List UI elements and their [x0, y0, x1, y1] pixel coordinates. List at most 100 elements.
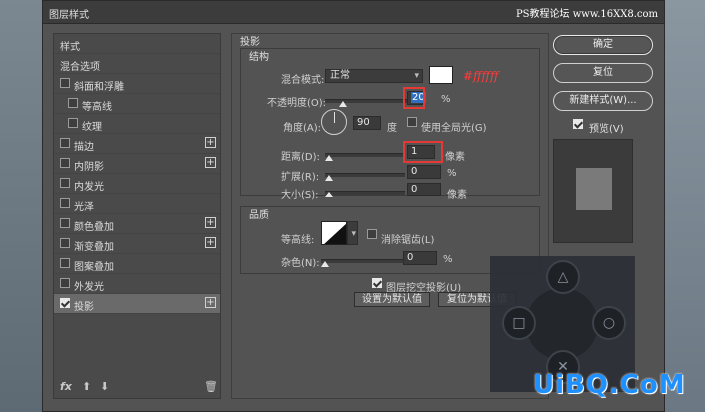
background-left: [0, 0, 42, 412]
trash-icon[interactable]: 🗑: [204, 380, 218, 393]
add-stroke-plus-icon[interactable]: +: [205, 137, 216, 148]
distance-unit: 像素: [445, 152, 465, 163]
triangle-button-icon: △: [546, 260, 580, 294]
noise-label: 杂色(N):: [281, 258, 320, 269]
fx-icon[interactable]: fx: [60, 380, 72, 393]
opacity-unit: %: [441, 94, 451, 105]
size-slider[interactable]: [325, 191, 405, 195]
title-bar: 图层样式 PS教程论坛 www.16XX8.com: [43, 1, 664, 24]
list-item-contour[interactable]: 等高线: [54, 94, 220, 114]
noise-input[interactable]: 0: [403, 251, 437, 265]
list-item-drop-shadow[interactable]: 投影 +: [54, 294, 220, 314]
list-item-stroke[interactable]: 描边 +: [54, 134, 220, 154]
size-label: 大小(S):: [281, 190, 319, 201]
list-item-label: 颜色叠加: [74, 222, 114, 233]
stroke-checkbox[interactable]: [60, 138, 70, 148]
watermark-text: PS教程论坛 www.16XX8.com: [515, 9, 658, 20]
bevel-emboss-checkbox[interactable]: [60, 78, 70, 88]
styles-list: 样式 混合选项 斜面和浮雕 等高线 纹理 描边 + 内阴影 + 内发光 光泽 颜色叠…: [53, 33, 221, 399]
spread-slider-handle[interactable]: [325, 175, 333, 181]
spread-value: 0: [411, 166, 418, 177]
pattern-overlay-checkbox[interactable]: [60, 258, 70, 268]
noise-slider-handle[interactable]: [321, 261, 329, 267]
color-overlay-checkbox[interactable]: [60, 218, 70, 228]
satin-checkbox[interactable]: [60, 198, 70, 208]
layer-knocks-out-checkbox[interactable]: [372, 278, 382, 288]
reset-button[interactable]: 复位: [553, 63, 653, 83]
add-gradient-overlay-plus-icon[interactable]: +: [205, 237, 216, 248]
list-item-label: 图案叠加: [74, 262, 114, 273]
add-inner-shadow-plus-icon[interactable]: +: [205, 157, 216, 168]
angle-dial[interactable]: [321, 109, 347, 135]
list-item-bevel-emboss[interactable]: 斜面和浮雕: [54, 74, 220, 94]
noise-unit: %: [443, 254, 453, 265]
distance-slider-handle[interactable]: [325, 155, 333, 161]
size-input[interactable]: 0: [407, 183, 441, 196]
list-item-label: 纹理: [82, 122, 102, 133]
preview-checkbox[interactable]: [573, 119, 583, 129]
size-unit: 像素: [447, 190, 467, 201]
new-style-button[interactable]: 新建样式(W)...: [553, 91, 653, 111]
outer-glow-checkbox[interactable]: [60, 278, 70, 288]
anti-alias-label: 消除锯齿(L): [381, 235, 435, 246]
add-color-overlay-plus-icon[interactable]: +: [205, 217, 216, 228]
use-global-light-checkbox[interactable]: [407, 117, 417, 127]
list-item-label: 投影: [74, 302, 94, 313]
opacity-slider[interactable]: [325, 99, 407, 103]
arrow-up-icon[interactable]: ⬆: [82, 380, 91, 393]
window-title: 图层样式: [49, 10, 89, 21]
styles-list-footer: fx ⬆ ⬇ 🗑: [54, 376, 220, 398]
ok-button[interactable]: 确定: [553, 35, 653, 55]
noise-value: 0: [407, 252, 414, 263]
gradient-overlay-checkbox[interactable]: [60, 238, 70, 248]
drop-shadow-checkbox[interactable]: [60, 298, 70, 308]
shadow-color-swatch[interactable]: [429, 66, 453, 84]
distance-highlight: [403, 141, 443, 163]
arrow-down-icon[interactable]: ⬇: [100, 380, 109, 393]
size-value: 0: [411, 184, 418, 195]
contour-dropdown[interactable]: ▾: [347, 221, 358, 245]
circle-button-icon: ○: [592, 306, 626, 340]
size-slider-handle[interactable]: [325, 192, 333, 197]
texture-checkbox[interactable]: [68, 118, 78, 128]
spread-slider[interactable]: [325, 173, 405, 177]
contour-checkbox[interactable]: [68, 98, 78, 108]
structure-group: 结构 混合模式: 正常 ▾ #ffffff 不透明度(O): 20 % 角度(A)…: [240, 48, 540, 201]
list-item-gradient-overlay[interactable]: 渐变叠加 +: [54, 234, 220, 254]
blend-mode-value: 正常: [330, 70, 350, 81]
angle-label: 角度(A):: [283, 123, 322, 134]
list-item-blending-options[interactable]: 混合选项: [54, 54, 220, 74]
inner-shadow-checkbox[interactable]: [60, 158, 70, 168]
anti-alias-checkbox[interactable]: [367, 229, 377, 239]
angle-input[interactable]: 90: [353, 116, 381, 130]
distance-slider[interactable]: [325, 153, 405, 157]
blend-mode-label: 混合模式:: [281, 75, 325, 86]
inner-glow-checkbox[interactable]: [60, 178, 70, 188]
make-default-button[interactable]: 设置为默认值: [354, 292, 430, 307]
opacity-slider-handle[interactable]: [339, 101, 347, 107]
preview-label: 预览(V): [589, 124, 624, 135]
list-item-inner-shadow[interactable]: 内阴影 +: [54, 154, 220, 174]
blend-mode-select[interactable]: 正常 ▾: [325, 69, 423, 83]
list-item-label: 等高线: [82, 102, 112, 113]
add-drop-shadow-plus-icon[interactable]: +: [205, 297, 216, 308]
list-item-texture[interactable]: 纹理: [54, 114, 220, 134]
list-item-color-overlay[interactable]: 颜色叠加 +: [54, 214, 220, 234]
list-item-satin[interactable]: 光泽: [54, 194, 220, 214]
noise-slider[interactable]: [321, 259, 403, 263]
spread-unit: %: [447, 168, 457, 179]
structure-title: 结构: [249, 52, 269, 63]
list-item-outer-glow[interactable]: 外发光: [54, 274, 220, 294]
list-item-label: 外发光: [74, 282, 104, 293]
list-item-label: 内发光: [74, 182, 104, 193]
list-item-label: 内阴影: [74, 162, 104, 173]
list-item-inner-glow[interactable]: 内发光: [54, 174, 220, 194]
contour-preview[interactable]: [321, 221, 347, 245]
background-right: [663, 0, 705, 412]
section-title-drop-shadow: 投影: [240, 37, 260, 48]
spread-input[interactable]: 0: [407, 165, 441, 179]
square-button-icon: □: [502, 306, 536, 340]
list-item-pattern-overlay[interactable]: 图案叠加: [54, 254, 220, 274]
style-preview-swatch: [576, 168, 612, 210]
list-item-styles[interactable]: 样式: [54, 34, 220, 54]
